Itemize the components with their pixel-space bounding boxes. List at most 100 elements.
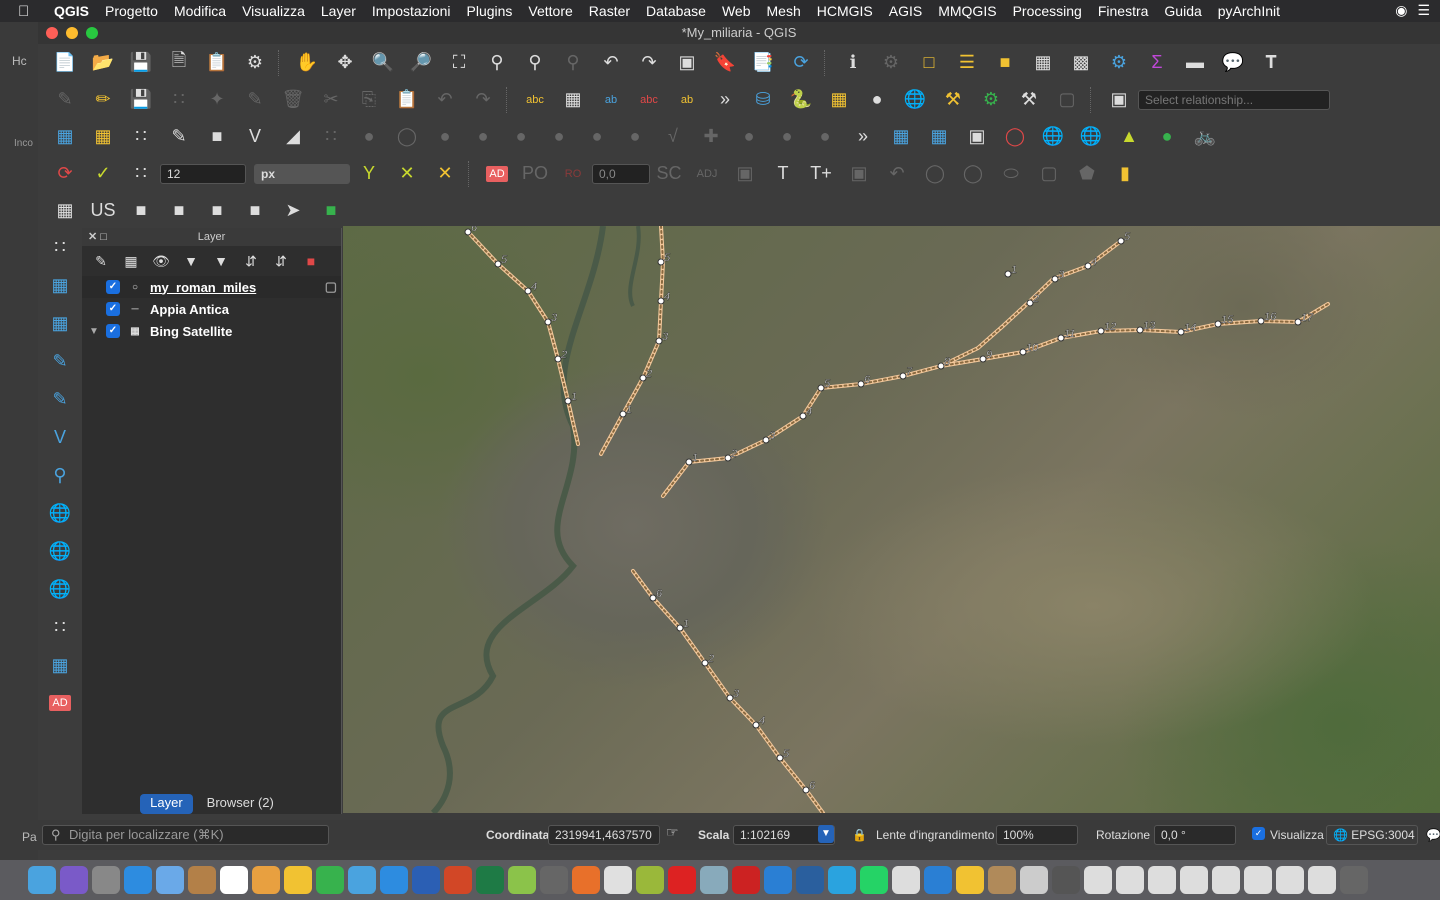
split-parts-icon[interactable]: ● [768,122,806,152]
layer-row[interactable]: ▼ ✓ ▦ Bing Satellite [82,320,341,342]
maps-app-icon[interactable] [636,866,664,894]
rotation-input[interactable]: 0,0 ° [1154,825,1236,845]
photos-icon[interactable] [252,866,280,894]
add-point-icon[interactable]: ∷ [160,85,198,115]
manage-visibility-icon[interactable]: 👁 [148,253,174,270]
close-window-button[interactable] [46,27,58,39]
move-label-icon[interactable]: ab [668,85,706,115]
network-app-icon[interactable] [700,866,728,894]
textedit-icon[interactable] [892,866,920,894]
snapping-icon[interactable]: ⟳ [46,159,84,189]
app-store-icon[interactable] [380,866,408,894]
menu-database[interactable]: Database [646,3,706,19]
ellipse-digitize-icon[interactable]: ⬭ [992,159,1030,189]
zoom-in-icon[interactable]: 🔍 [364,48,402,78]
menu-guida[interactable]: Guida [1164,3,1201,19]
menu-hcmgis[interactable]: HCMGIS [817,3,873,19]
tt-icon[interactable]: ▣ [840,159,878,189]
record-icon[interactable]: ◯ [996,122,1034,152]
window-thumb-2-icon[interactable] [1084,866,1112,894]
run-action-icon[interactable]: ⚙ [872,48,910,78]
whatsapp-icon[interactable] [860,866,888,894]
green-circle-icon[interactable]: ● [1148,122,1186,152]
add-group-icon[interactable]: ▦ [118,253,144,270]
layer-row[interactable]: ✓ ○ my_roman_miles ▢ [82,276,341,298]
snap-vertex-icon[interactable]: ∷ [122,159,160,189]
fill-ring-icon[interactable]: ● [464,122,502,152]
calendar-icon[interactable] [220,866,248,894]
apple-icon[interactable]:  [18,3,34,20]
layer-visibility-checkbox[interactable]: ✓ [106,324,120,338]
layer-visibility-checkbox[interactable]: ✓ [106,280,120,294]
plugin-icon[interactable]: ● [858,85,896,115]
filezilla-icon[interactable] [732,866,760,894]
add-wcs-icon[interactable]: 🌐 [38,494,82,532]
coordinate-input[interactable]: 2319941,4637570 [548,825,660,845]
show-bookmarks-icon[interactable]: 📑 [744,48,782,78]
word-icon[interactable] [412,866,440,894]
plugin-c-icon[interactable]: ■ [198,196,236,226]
snap-unit-dropdown[interactable]: px [254,163,350,184]
python-console-icon[interactable]: 🐍 [782,85,820,115]
document-icon[interactable] [1020,866,1048,894]
add-gpx-icon[interactable]: ✎ [38,342,82,380]
delete-ring-icon[interactable]: ● [502,122,540,152]
expand-triangle-icon[interactable]: ▼ [82,326,106,337]
plugin-green-icon[interactable]: ⚙ [972,85,1010,115]
collapse-all-icon[interactable]: ⇵ [268,253,294,270]
zoom-selection-icon[interactable]: ⚲ [478,48,516,78]
render-checkbox[interactable]: ✓ [1252,827,1265,840]
warning-plugin-icon[interactable]: ▲ [1110,122,1148,152]
add-spatialite-icon[interactable]: ▦ [38,266,82,304]
web-globe-icon[interactable]: 🌐 [1034,122,1072,152]
add-wfs-layer-icon[interactable]: V [38,418,82,456]
menu-visualizza[interactable]: Visualizza [242,3,305,19]
hammer-plugin-icon[interactable]: ⚒ [934,85,972,115]
add-mesh-icon[interactable]: ▦ [38,304,82,342]
current-edits-icon[interactable]: ✎ [46,85,84,115]
new-bookmark-icon[interactable]: 🔖 [706,48,744,78]
delete-part-icon[interactable]: ● [540,122,578,152]
digitize-point-icon[interactable]: ∷ [312,122,350,152]
pages-icon[interactable] [284,866,312,894]
add-line-layer-icon[interactable]: ✎ [160,122,198,152]
excel-icon[interactable] [476,866,504,894]
intersection-icon[interactable]: ✕ [388,159,426,189]
grid-plugin-icon[interactable]: ▦ [820,85,858,115]
adj-icon[interactable]: ADJ [688,159,726,189]
chrome-icon[interactable] [604,866,632,894]
circle-digitize-icon[interactable]: ◯ [954,159,992,189]
pan-icon[interactable]: ✋ [288,48,326,78]
layout-manager-icon[interactable]: 📋 [198,48,236,78]
plugin-b-icon[interactable]: ■ [160,196,198,226]
plugin-green-square-icon[interactable]: ■ [312,196,350,226]
globe-plugin-icon[interactable]: 🌐 [896,85,934,115]
style-manager-icon[interactable]: ⚙ [236,48,274,78]
add-arcgis-icon[interactable]: 🌐 [38,532,82,570]
cut-features-icon[interactable]: ✂ [312,85,350,115]
add-virtual-layer-icon[interactable]: ✎ [38,380,82,418]
console-icon[interactable] [956,866,984,894]
mouse-pointer-icon[interactable]: ☞ [666,824,679,841]
messages-icon[interactable]: 💬 [1426,828,1440,842]
plugin-yellow-icon[interactable]: ▮ [1106,159,1144,189]
window-thumb-8-icon[interactable] [1276,866,1304,894]
zoom-full-icon[interactable]: ⛶ [440,48,478,78]
relationship-icon[interactable]: ▣ [1100,85,1138,115]
remove-layer-icon[interactable]: ■ [298,253,324,269]
more-tools-icon[interactable]: » [706,85,744,115]
plugin-tools-icon[interactable]: ⚒ [1010,85,1048,115]
statistics-icon[interactable]: Σ [1138,48,1176,78]
add-delimited-layer-icon[interactable]: ∷ [38,228,82,266]
digitize-shape-icon[interactable]: ● [350,122,388,152]
close-panel-icon[interactable]: ✕ □ [88,228,107,246]
powerpoint-icon[interactable] [444,866,472,894]
menu-app[interactable]: QGIS [54,3,89,19]
undo-cad-icon[interactable]: ↶ [878,159,916,189]
vertex-editor-icon[interactable]: ▦ [46,196,84,226]
vertex-tool-icon[interactable]: ✦ [198,85,236,115]
label-toolbar-icon[interactable]: abc [516,85,554,115]
digitize-ring-icon[interactable]: ◯ [388,122,426,152]
new-print-layout-icon[interactable]: 🗎 [160,48,198,78]
select-by-value-icon[interactable]: ☰ [948,48,986,78]
